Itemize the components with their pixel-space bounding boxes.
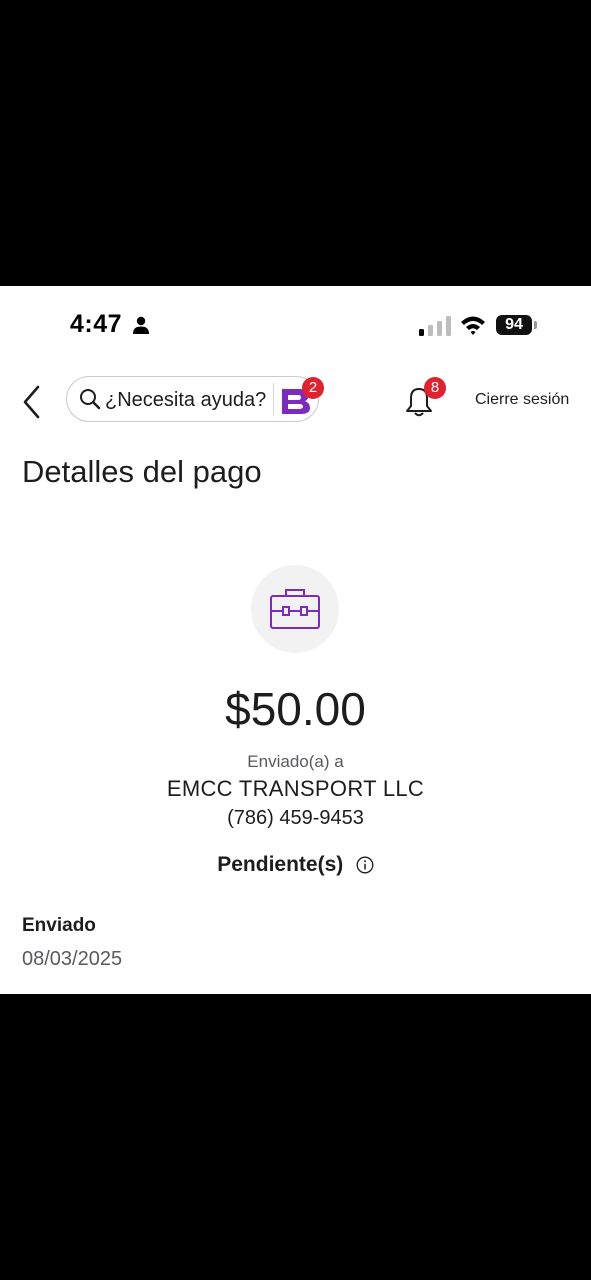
sent-to-label: Enviado(a) a (247, 752, 344, 771)
sent-date-label: Enviado (22, 915, 96, 936)
signal-icon (419, 316, 451, 336)
status-row: Pendiente(s) (0, 853, 591, 877)
payment-status: Pendiente(s) (217, 853, 344, 876)
info-icon[interactable] (356, 856, 374, 874)
person-icon (133, 316, 149, 334)
search-placeholder: ¿Necesita ayuda? (105, 389, 267, 411)
sent-date-value: 08/03/2025 (22, 948, 123, 970)
recipient-phone: (786) 459-9453 (227, 807, 364, 829)
search-divider (273, 383, 274, 415)
recipient-name: EMCC TRANSPORT LLC (166, 776, 425, 801)
payment-details-screen: 4:47 94 ¿Necesita ayuda? 2 8 Cierre sesi… (0, 286, 591, 994)
payment-type-icon (251, 565, 339, 653)
notifications-badge: 8 (424, 377, 446, 399)
back-icon[interactable] (20, 384, 44, 420)
briefcase-icon (270, 589, 320, 629)
search-icon (80, 389, 101, 410)
payment-amount: $50.00 (225, 683, 366, 735)
search-input[interactable]: ¿Necesita ayuda? (66, 376, 319, 422)
assistant-badge: 2 (302, 377, 324, 399)
battery-level: 94 (496, 315, 532, 335)
battery-icon: 94 (496, 315, 540, 337)
wifi-icon (461, 316, 485, 335)
page-title: Detalles del pago (22, 454, 262, 489)
logout-link[interactable]: Cierre sesión (475, 391, 569, 409)
status-time: 4:47 (70, 310, 123, 338)
